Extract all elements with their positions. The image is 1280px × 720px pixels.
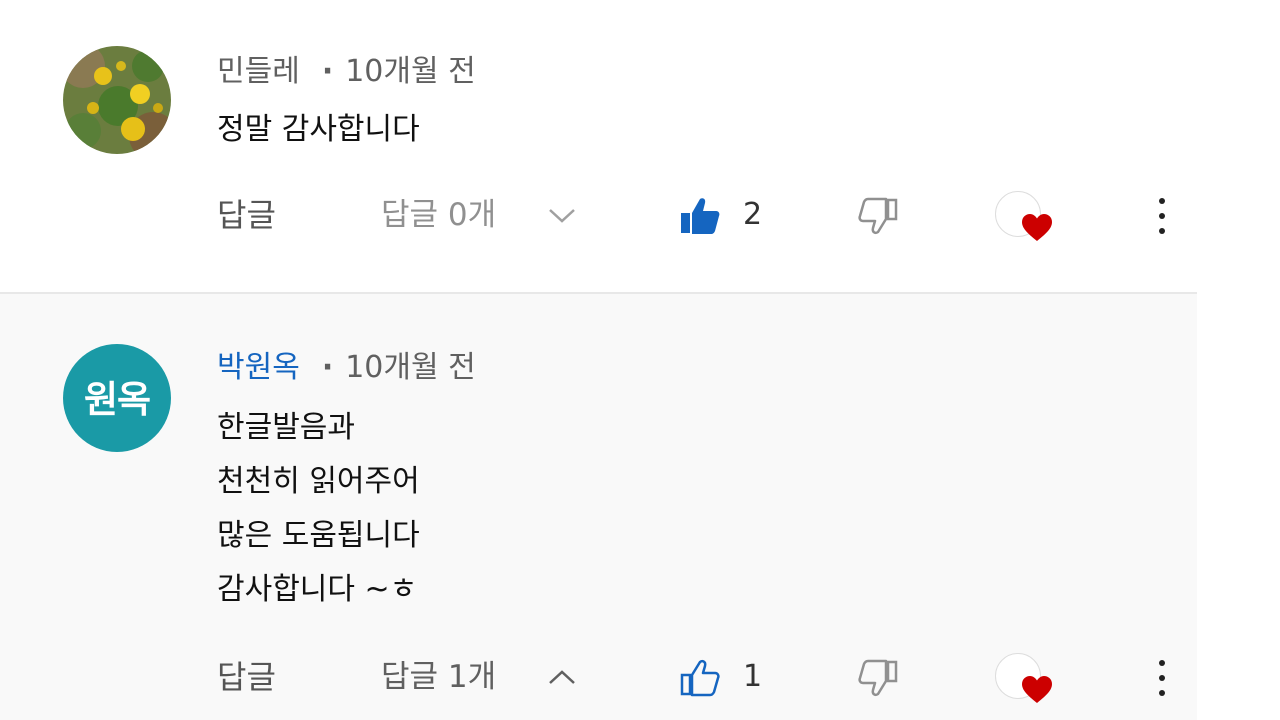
- separator-dot: ·: [321, 350, 334, 385]
- reply-button[interactable]: 답글: [217, 190, 276, 240]
- comment-header: 민들레 · 10개월 전: [217, 46, 476, 90]
- hide-replies-button[interactable]: 답글 1개: [381, 652, 496, 702]
- thumbs-down-icon[interactable]: [856, 194, 900, 238]
- author-name[interactable]: 박원옥: [217, 350, 300, 385]
- heart-icon: [1022, 676, 1052, 703]
- comment-item: 민들레 · 10개월 전 정말 감사합니다 답글 답글 0개 2: [0, 0, 1197, 292]
- creator-heart-icon: [995, 191, 1055, 247]
- comment-line: 많은 도움됩니다: [217, 518, 420, 553]
- comment-line: 정말 감사합니다: [217, 112, 420, 147]
- thumbs-down-icon[interactable]: [856, 656, 900, 700]
- comment-line: 천천히 읽어주어: [217, 464, 420, 499]
- separator-dot: ·: [321, 54, 334, 89]
- author-name[interactable]: 민들레: [217, 54, 300, 89]
- like-count: 1: [743, 659, 763, 694]
- avatar[interactable]: [63, 46, 171, 154]
- thumbs-up-icon[interactable]: [678, 656, 722, 700]
- comment-header: 박원옥 · 10개월 전: [217, 342, 476, 386]
- comment-item: 원옥 박원옥 · 10개월 전 한글발음과 천천히 읽어주어 많은 도움됩니다 감사…: [0, 294, 1197, 720]
- comment-thread: 민들레 · 10개월 전 정말 감사합니다 답글 답글 0개 2 원옥 박원옥 …: [0, 0, 1280, 720]
- comment-text: 한글발음과 천천히 읽어주어 많은 도움됩니다 감사합니다 ~ㅎ: [217, 401, 420, 617]
- comment-line: 한글발음과: [217, 410, 355, 445]
- heart-icon: [1022, 214, 1052, 241]
- comment-actions: 답글 답글 0개 2: [0, 190, 1197, 241]
- comment-actions: 답글 답글 1개 1: [0, 652, 1197, 703]
- more-vert-icon[interactable]: [1150, 656, 1174, 700]
- comment-line: 감사합니다 ~ㅎ: [217, 572, 418, 607]
- avatar-photo: [63, 46, 171, 154]
- chevron-up-icon[interactable]: [545, 664, 579, 690]
- comment-text: 정말 감사합니다: [217, 103, 420, 157]
- thumbs-up-icon[interactable]: [678, 194, 722, 238]
- chevron-down-icon[interactable]: [545, 202, 579, 228]
- like-count: 2: [743, 197, 763, 232]
- view-replies-button[interactable]: 답글 0개: [381, 190, 496, 240]
- comment-time[interactable]: 10개월 전: [345, 350, 476, 385]
- more-vert-icon[interactable]: [1150, 194, 1174, 238]
- avatar-initials: 원옥: [83, 378, 151, 421]
- avatar[interactable]: 원옥: [63, 344, 171, 452]
- creator-heart-icon: [995, 653, 1055, 709]
- comment-time[interactable]: 10개월 전: [345, 54, 476, 89]
- reply-button[interactable]: 답글: [217, 652, 276, 702]
